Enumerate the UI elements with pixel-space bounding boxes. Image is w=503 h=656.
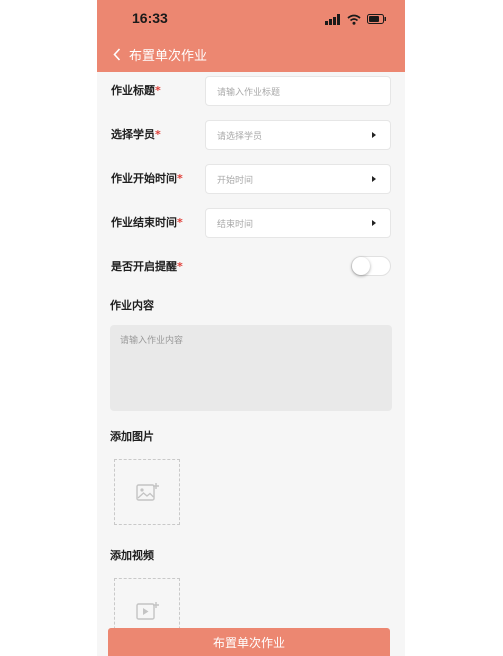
signal-icon — [325, 13, 340, 25]
title-placeholder: 请输入作业标题 — [217, 88, 281, 98]
back-button[interactable] — [109, 45, 125, 63]
add-image-button[interactable] — [114, 459, 180, 525]
end-time-select[interactable]: 结束时间 — [205, 208, 391, 238]
content-label: 作业内容 — [110, 299, 154, 312]
title-row: 作业标题* 请输入作业标题 — [97, 74, 405, 106]
start-time-label: 作业开始时间* — [111, 172, 183, 185]
required-mark: * — [177, 216, 183, 229]
add-video-icon — [136, 602, 159, 620]
page-title: 布置单次作业 — [129, 48, 208, 64]
header-bar: 16:33 布置单次作业 — [97, 0, 405, 72]
title-label: 作业标题* — [111, 84, 161, 97]
caret-right-icon — [372, 132, 376, 138]
start-time-placeholder: 开始时间 — [217, 176, 254, 186]
required-mark: * — [177, 172, 183, 185]
caret-right-icon — [372, 220, 376, 226]
end-time-row: 作业结束时间* 结束时间 — [97, 206, 405, 238]
end-time-placeholder: 结束时间 — [217, 220, 254, 230]
caret-right-icon — [372, 176, 376, 182]
phone-screen: 16:33 布置单次作业 作业标题* 请输入作业标题 选择学员* 请选择学员 作… — [97, 0, 405, 656]
students-row: 选择学员* 请选择学员 — [97, 118, 405, 150]
chevron-left-icon — [113, 47, 121, 61]
nav-bar: 布置单次作业 — [109, 44, 207, 64]
add-image-icon — [136, 483, 159, 501]
title-input[interactable]: 请输入作业标题 — [205, 76, 391, 106]
wifi-icon — [347, 14, 361, 25]
content-placeholder: 请输入作业内容 — [120, 336, 184, 346]
reminder-label: 是否开启提醒* — [111, 260, 183, 273]
toggle-knob — [352, 257, 370, 275]
start-time-row: 作业开始时间* 开始时间 — [97, 162, 405, 194]
required-mark: * — [177, 260, 183, 273]
add-video-label: 添加视频 — [110, 549, 154, 562]
students-select[interactable]: 请选择学员 — [205, 120, 391, 150]
required-mark: * — [155, 84, 161, 97]
students-placeholder: 请选择学员 — [217, 132, 263, 142]
submit-button[interactable]: 布置单次作业 — [108, 628, 390, 656]
add-image-label: 添加图片 — [110, 430, 154, 443]
battery-icon — [367, 14, 386, 24]
status-time: 16:33 — [132, 10, 168, 26]
content-textarea[interactable]: 请输入作业内容 — [110, 325, 392, 411]
reminder-toggle[interactable] — [351, 256, 391, 276]
end-time-label: 作业结束时间* — [111, 216, 183, 229]
start-time-select[interactable]: 开始时间 — [205, 164, 391, 194]
status-icons — [325, 12, 387, 26]
students-label: 选择学员* — [111, 128, 161, 141]
required-mark: * — [155, 128, 161, 141]
